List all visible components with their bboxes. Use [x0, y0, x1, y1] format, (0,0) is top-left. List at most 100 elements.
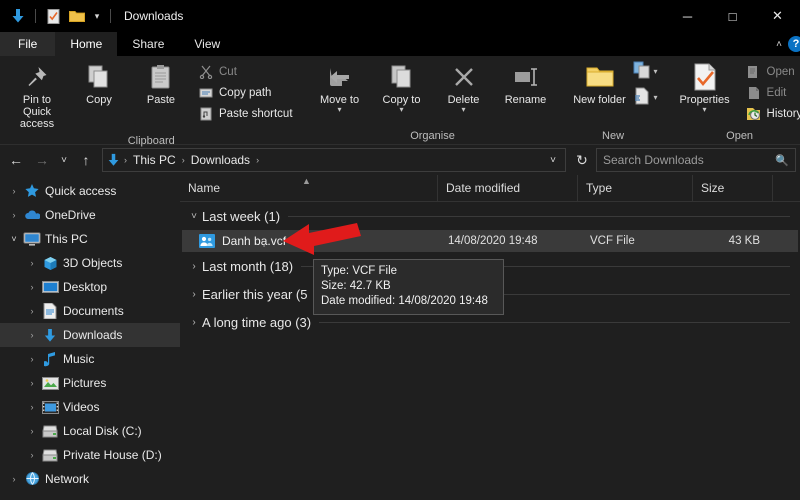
ribbon-group-open: Properties ▾ Open ▾ E	[664, 56, 800, 144]
customize-qat-caret[interactable]: ▾	[91, 11, 103, 22]
breadcrumb-separator[interactable]: ›	[255, 155, 260, 165]
chevron-down-icon[interactable]: ▾	[703, 106, 707, 114]
column-header-date-modified[interactable]: Date modified	[438, 175, 578, 201]
sidebar-item-music[interactable]: › Music	[0, 347, 180, 371]
back-button[interactable]: ←	[4, 148, 28, 172]
tab-share[interactable]: Share	[117, 32, 179, 56]
chevron-right-icon[interactable]: ›	[6, 210, 22, 220]
search-input[interactable]: Search Downloads	[603, 153, 775, 167]
sidebar-item-private-house-d[interactable]: › Private House (D:)	[0, 443, 180, 467]
new-folder-button[interactable]: New folder	[569, 59, 631, 109]
table-row[interactable]: Danh bạ.vcf 14/08/2020 19:48 VCF File 43…	[182, 230, 798, 252]
chevron-right-icon[interactable]: ›	[24, 306, 40, 316]
group-header-last-week[interactable]: ˅ Last week (1)	[180, 202, 800, 230]
breadcrumb[interactable]: › This PC › Downloads › ˅	[102, 148, 566, 172]
chevron-right-icon[interactable]: ›	[24, 426, 40, 436]
cloud-icon	[22, 206, 42, 224]
chevron-down-icon[interactable]: ▾	[400, 106, 404, 114]
move-to-button[interactable]: Move to ▾	[309, 59, 371, 117]
chevron-right-icon[interactable]: ›	[24, 258, 40, 268]
button-label: New folder	[573, 94, 626, 106]
sidebar-item-videos[interactable]: › Videos	[0, 395, 180, 419]
sidebar-item-quick-access[interactable]: › Quick access	[0, 179, 180, 203]
delete-button[interactable]: Delete ▾	[433, 59, 495, 117]
close-button[interactable]: ✕	[755, 0, 800, 32]
group-label: Last week (1)	[202, 209, 280, 224]
sidebar-item-documents[interactable]: › Documents	[0, 299, 180, 323]
download-icon[interactable]	[8, 6, 28, 26]
button-label: Rename	[505, 94, 547, 106]
properties-button[interactable]: Properties ▾	[670, 59, 740, 117]
chevron-right-icon[interactable]: ›	[24, 354, 40, 364]
column-header-size[interactable]: Size	[693, 175, 773, 201]
pin-to-quick-access-button[interactable]: Pin to Quick access	[6, 59, 68, 133]
navigation-pane: › Quick access › OneDrive ˅ This PC › 3D…	[0, 175, 180, 500]
group-label-organise: Organise	[303, 128, 563, 144]
easy-access-button[interactable]: ▾	[633, 85, 658, 109]
tab-home[interactable]: Home	[55, 32, 117, 56]
edit-button[interactable]: Edit	[742, 82, 800, 103]
open-button[interactable]: Open ▾	[742, 61, 800, 82]
magnifier-icon[interactable]: 🔍	[775, 154, 789, 167]
ribbon-group-new: New folder ▾ ▾	[563, 56, 664, 144]
rename-button[interactable]: Rename	[495, 59, 557, 109]
file-explorer-window: ▾ Downloads ─ □ ✕ File Home Share View ˄…	[0, 0, 800, 500]
recent-locations-button[interactable]: ˅	[56, 148, 72, 172]
tab-view[interactable]: View	[179, 32, 235, 56]
forward-button[interactable]: →	[30, 148, 54, 172]
tooltip-line-type: Type: VCF File	[321, 264, 496, 279]
history-button[interactable]: History	[742, 103, 800, 124]
cube-icon	[40, 254, 60, 272]
up-button[interactable]: ↑	[74, 148, 98, 172]
search-box[interactable]: Search Downloads 🔍	[596, 148, 796, 172]
sidebar-item-onedrive[interactable]: › OneDrive	[0, 203, 180, 227]
cut-button[interactable]: Cut	[194, 61, 297, 82]
breadcrumb-item-downloads[interactable]: Downloads	[189, 153, 252, 167]
sidebar-item-network[interactable]: › Network	[0, 467, 180, 491]
copy-button[interactable]: Copy	[68, 59, 130, 109]
easy-access-icon	[633, 87, 651, 108]
file-size: 43 KB	[700, 235, 760, 247]
sidebar-item-downloads[interactable]: › Downloads	[0, 323, 180, 347]
chevron-down-icon[interactable]: ▾	[338, 106, 342, 114]
chevron-right-icon[interactable]: ›	[24, 330, 40, 340]
column-header-type[interactable]: Type	[578, 175, 693, 201]
maximize-button[interactable]: □	[710, 0, 755, 32]
sidebar-item-label: OneDrive	[45, 208, 96, 222]
button-label: Cut	[219, 66, 237, 78]
sidebar-item-local-disk-c[interactable]: › Local Disk (C:)	[0, 419, 180, 443]
chevron-right-icon[interactable]: ›	[6, 186, 22, 196]
help-icon[interactable]: ?	[788, 36, 800, 52]
paste-button[interactable]: Paste	[130, 59, 192, 109]
chevron-down-icon[interactable]: ▾	[462, 106, 466, 114]
chevron-down-icon[interactable]: ▾	[654, 67, 658, 76]
sidebar-item-desktop[interactable]: › Desktop	[0, 275, 180, 299]
properties-icon[interactable]	[43, 6, 63, 26]
chevron-right-icon[interactable]: ›	[24, 378, 40, 388]
copy-path-button[interactable]: Copy path	[194, 82, 297, 103]
address-history-caret[interactable]: ˅	[545, 148, 561, 172]
sidebar-item-3d-objects[interactable]: › 3D Objects	[0, 251, 180, 275]
chevron-right-icon[interactable]: ›	[186, 289, 202, 300]
chevron-right-icon[interactable]: ›	[24, 450, 40, 460]
chevron-right-icon[interactable]: ›	[24, 282, 40, 292]
chevron-right-icon[interactable]: ›	[6, 474, 22, 484]
paste-shortcut-button[interactable]: Paste shortcut	[194, 103, 297, 124]
new-item-button[interactable]: ▾	[633, 59, 658, 83]
chevron-right-icon[interactable]: ›	[186, 261, 202, 272]
sidebar-item-this-pc[interactable]: ˅ This PC	[0, 227, 180, 251]
chevron-down-icon[interactable]: ˅	[186, 211, 202, 222]
breadcrumb-item-this-pc[interactable]: This PC	[131, 153, 178, 167]
minimize-button[interactable]: ─	[665, 0, 710, 32]
chevron-right-icon[interactable]: ›	[186, 317, 202, 328]
music-icon	[40, 350, 60, 368]
chevron-down-icon[interactable]: ▾	[654, 93, 658, 102]
chevron-down-icon[interactable]: ˅	[6, 234, 22, 244]
sidebar-item-pictures[interactable]: › Pictures	[0, 371, 180, 395]
chevron-right-icon[interactable]: ›	[24, 402, 40, 412]
collapse-ribbon-icon[interactable]: ˄	[776, 39, 782, 50]
refresh-button[interactable]: ↻	[570, 148, 594, 172]
copy-to-button[interactable]: Copy to ▾	[371, 59, 433, 117]
new-folder-icon[interactable]	[67, 6, 87, 26]
tab-file[interactable]: File	[0, 32, 55, 56]
